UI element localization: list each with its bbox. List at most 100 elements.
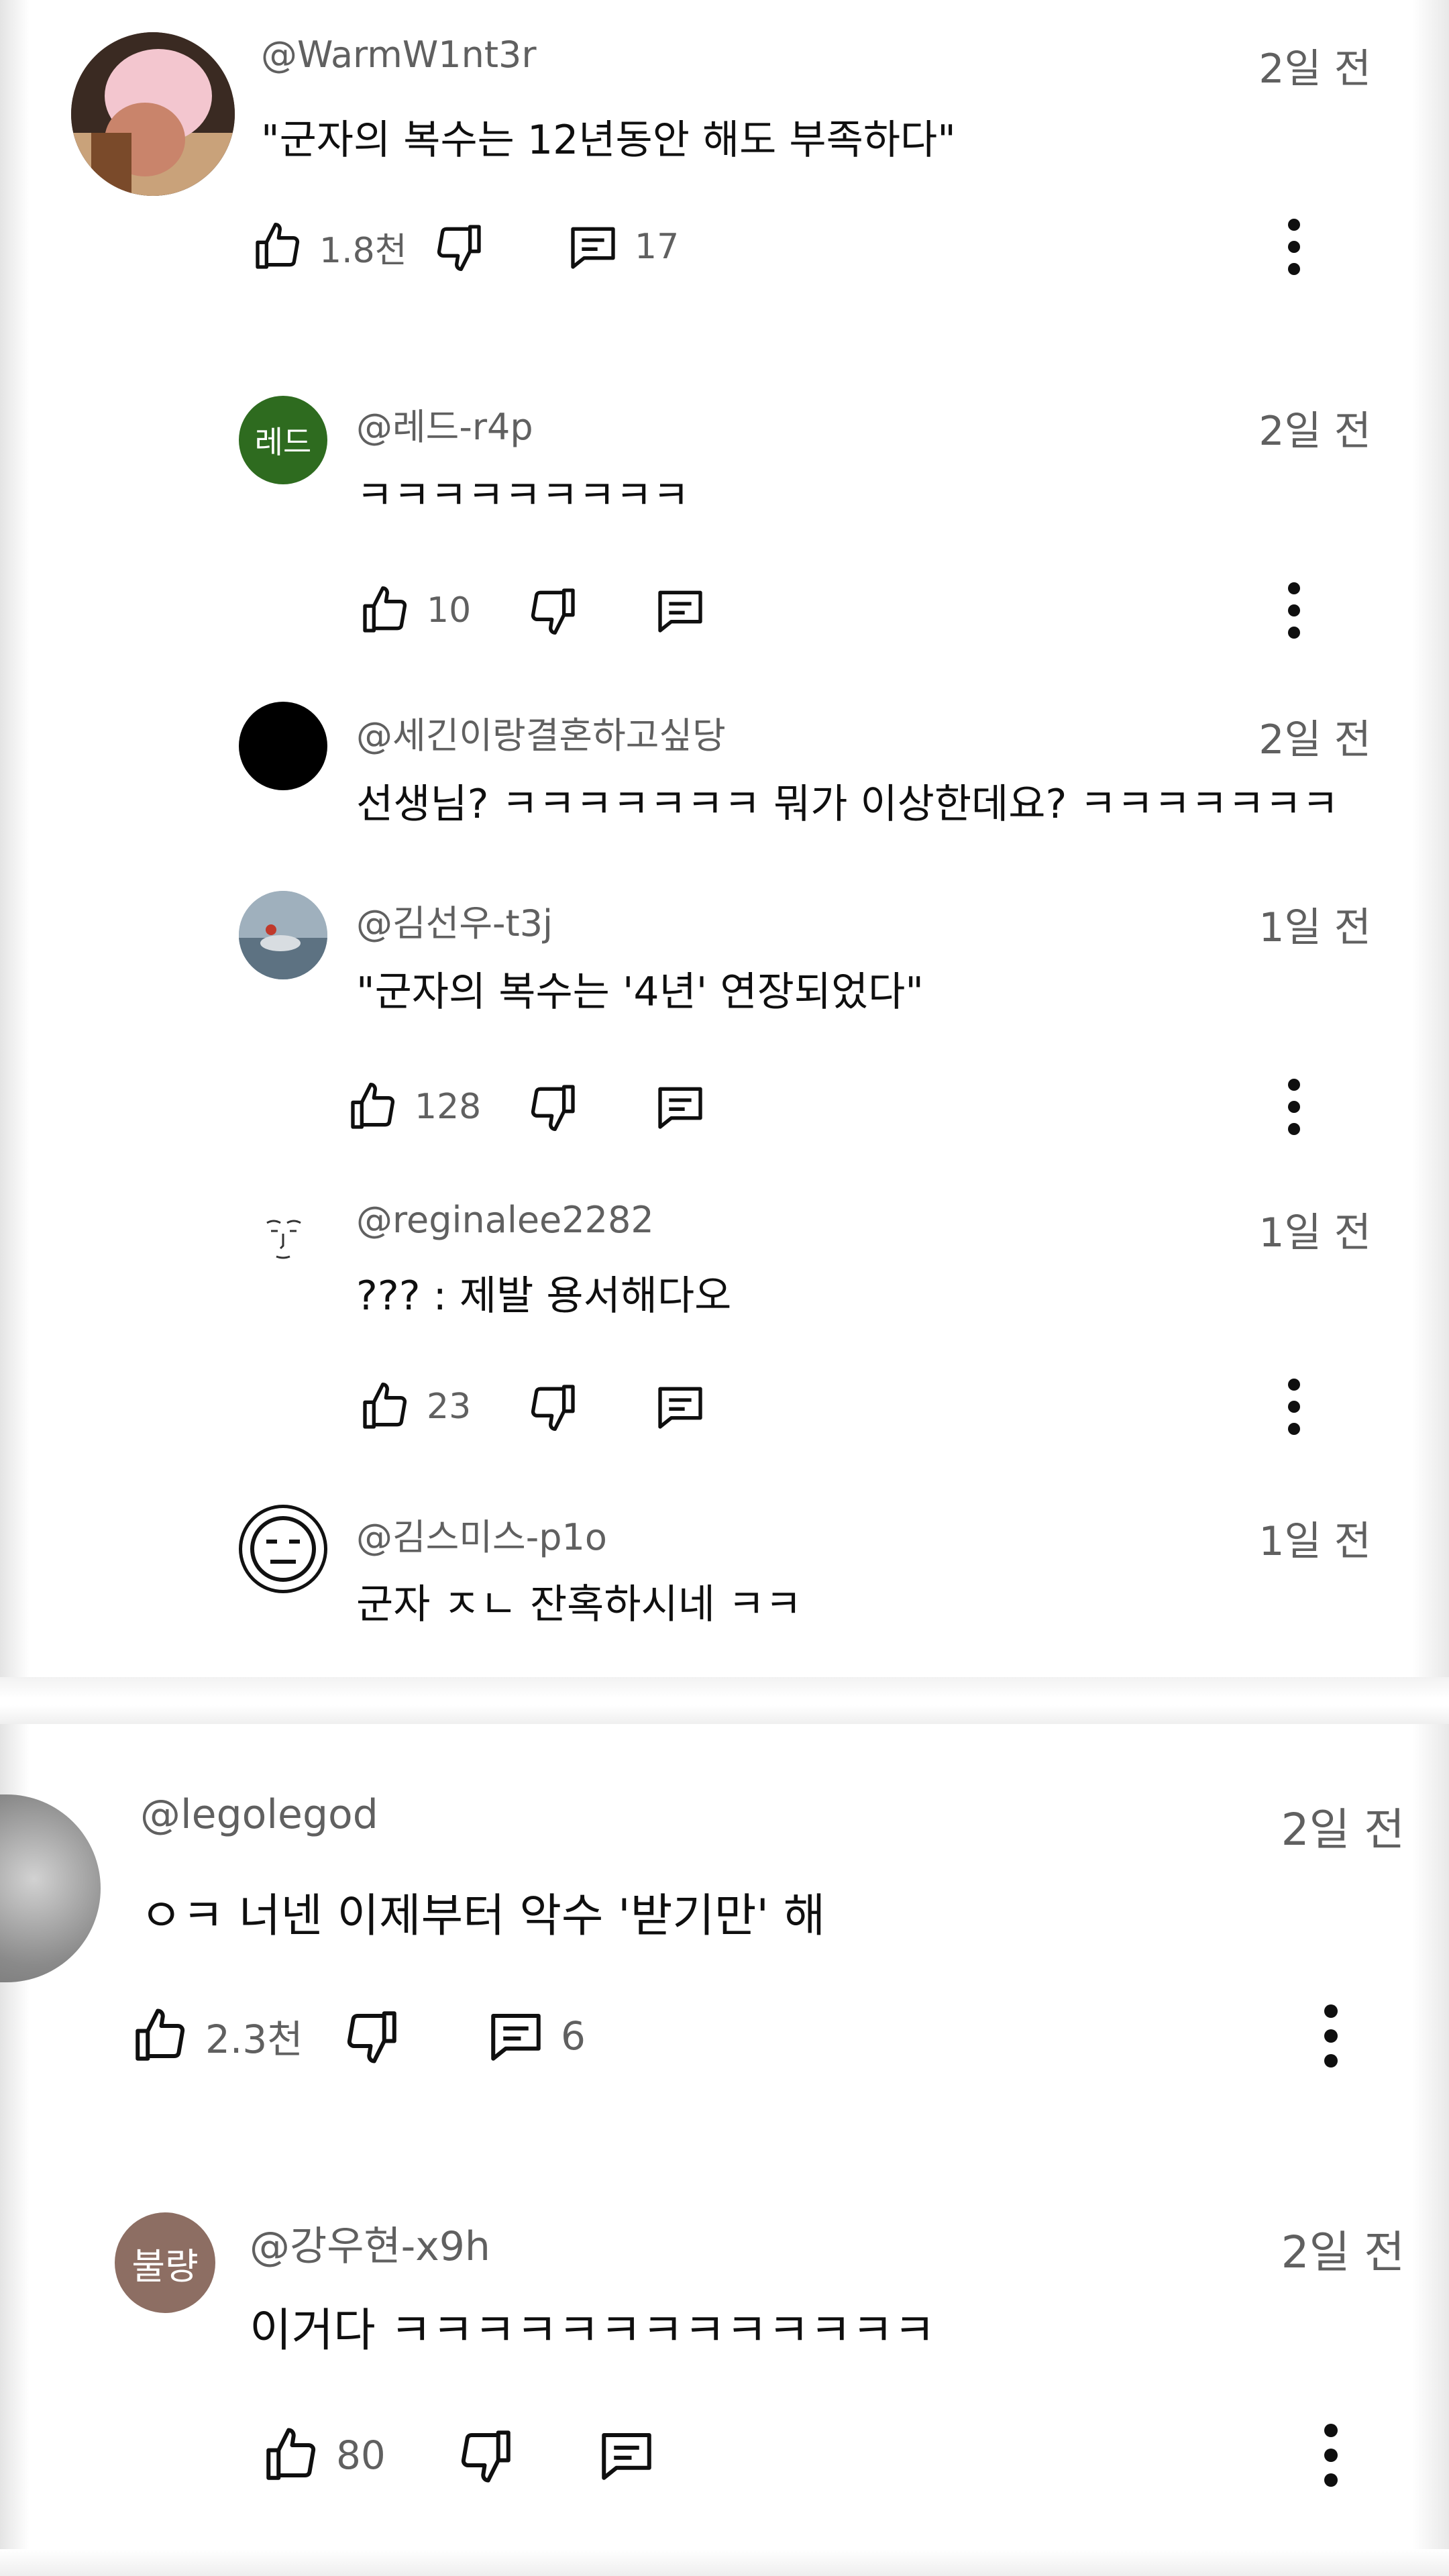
reply: @reginalee2282 1일 전 ??? : 제발 용서해다오 23 [30, 1184, 1413, 1452]
dislike-button[interactable] [526, 1073, 580, 1140]
like-button[interactable]: 80 [261, 2418, 386, 2492]
more-button[interactable] [1274, 1373, 1314, 1440]
more-vert-icon [1288, 1079, 1300, 1135]
more-button[interactable] [1311, 2418, 1351, 2492]
reply-actions: 10 [358, 577, 1449, 644]
more-button[interactable] [1274, 213, 1314, 280]
dislike-icon [461, 2430, 511, 2483]
more-vert-icon [1288, 1379, 1300, 1435]
avatar[interactable] [239, 1505, 327, 1593]
like-button[interactable]: 1.8천 [251, 213, 407, 280]
reply-text: "군자의 복수는 '4년' 연장되었다" [356, 969, 924, 1016]
like-button[interactable]: 23 [358, 1373, 471, 1440]
more-vert-icon [1288, 219, 1300, 275]
like-icon [266, 2428, 316, 2480]
like-count: 1.8천 [319, 230, 407, 271]
reply-count: 17 [635, 227, 680, 267]
comment: @legolegod 2일 전 ㅇㅋ 너넨 이제부터 악수 '받기만' 해 2.… [0, 1724, 1413, 2113]
comment-timestamp[interactable]: 2일 전 [1210, 1794, 1405, 1858]
reply-actions: 80 [261, 2418, 1449, 2492]
dislike-icon [531, 588, 575, 635]
like-icon [363, 1383, 407, 1429]
reply-text: ??? : 제발 용서해다오 [356, 1273, 732, 1320]
reply-timestamp[interactable]: 1일 전 [1224, 1509, 1371, 1567]
screenshot-divider [0, 1677, 1449, 1724]
reply-author[interactable]: @reginalee2282 [356, 1199, 654, 1241]
avatar[interactable] [239, 1196, 327, 1285]
dislike-icon [531, 1385, 575, 1431]
reply-button[interactable] [653, 1073, 707, 1140]
screenshot-bottom-edge [0, 2549, 1449, 2576]
reply-button[interactable] [653, 1373, 707, 1440]
comment-actions: 2.3천 6 [130, 1999, 1338, 2073]
like-button[interactable]: 128 [346, 1073, 481, 1140]
comment-author[interactable]: @WarmW1nt3r [261, 34, 537, 76]
avatar-photo-icon [239, 891, 327, 979]
reply-button[interactable]: 6 [486, 1999, 586, 2073]
reply-button[interactable] [653, 577, 707, 644]
reply: @김선우-t3j 1일 전 "군자의 복수는 '4년' 연장되었다" 128 [30, 879, 1413, 1147]
reply-icon [491, 2014, 541, 2061]
reply-actions: 23 [358, 1373, 1449, 1440]
reply: 불량 @강우현-x9h 2일 전 이거다 ㅋㅋㅋㅋㅋㅋㅋㅋㅋㅋㅋㅋㅋ 80 [30, 2180, 1413, 2529]
comment-thread-1: @WarmW1nt3r 2일 전 "군자의 복수는 12년동안 해도 부족하다"… [30, 0, 1413, 1677]
like-count: 80 [336, 2432, 386, 2478]
avatar[interactable] [239, 891, 327, 979]
more-button[interactable] [1311, 1999, 1351, 2073]
avatar[interactable] [0, 1794, 101, 1982]
reply-author[interactable]: @김스미스-p1o [356, 1507, 607, 1560]
avatar[interactable]: 불량 [115, 2212, 215, 2313]
dislike-button[interactable] [341, 1999, 402, 2073]
reply: 레드 @레드-r4p 2일 전 ㅋㅋㅋㅋㅋㅋㅋㅋㅋ 10 [30, 382, 1413, 651]
reply-text: 이거다 ㅋㅋㅋㅋㅋㅋㅋㅋㅋㅋㅋㅋㅋ [250, 2304, 936, 2357]
reply-icon [658, 1387, 702, 1429]
like-button[interactable]: 2.3천 [130, 1999, 303, 2073]
reply-icon [658, 1087, 702, 1129]
reply-timestamp[interactable]: 2일 전 [1224, 707, 1371, 765]
reply-button[interactable]: 17 [566, 213, 679, 280]
reply-icon [571, 227, 615, 269]
like-count: 2.3천 [205, 2017, 303, 2062]
reply-timestamp[interactable]: 2일 전 [1224, 398, 1371, 457]
neutral-face-icon [250, 1516, 316, 1582]
like-icon [351, 1083, 395, 1129]
reply-author[interactable]: @김선우-t3j [356, 894, 553, 947]
like-button[interactable]: 10 [358, 577, 471, 644]
like-count: 10 [427, 590, 472, 631]
reply-author[interactable]: @레드-r4p [356, 397, 533, 450]
avatar-photo-icon [71, 32, 235, 196]
reply-timestamp[interactable]: 2일 전 [1210, 2216, 1405, 2281]
reply: @김스미스-p1o 1일 전 군자 ㅈㄴ 잔혹하시네 ㅋㅋ [30, 1493, 1413, 1677]
more-vert-icon [1324, 2004, 1338, 2068]
reply-timestamp[interactable]: 1일 전 [1224, 1200, 1371, 1258]
dislike-button[interactable] [526, 1373, 580, 1440]
reply-text: ㅋㅋㅋㅋㅋㅋㅋㅋㅋ [356, 472, 690, 519]
like-icon [363, 586, 407, 633]
avatar[interactable] [239, 702, 327, 790]
like-count: 23 [427, 1387, 472, 1427]
reply-author[interactable]: @강우현-x9h [250, 2214, 490, 2272]
avatar[interactable]: 레드 [239, 396, 327, 484]
reply-button[interactable] [596, 2418, 657, 2492]
dislike-button[interactable] [432, 213, 486, 280]
reply-text: 군자 ㅈㄴ 잔혹하시네 ㅋㅋ [356, 1581, 802, 1628]
comment-text: "군자의 복수는 12년동안 해도 부족하다" [261, 117, 956, 164]
more-vert-icon [1324, 2424, 1338, 2487]
reply-icon [658, 590, 702, 633]
avatar[interactable] [71, 32, 235, 196]
reply: @세긴이랑결혼하고싶당 2일 전 선생님? ㅋㅋㅋㅋㅋㅋㅋ 뭐가 이상한데요? … [30, 691, 1413, 839]
like-icon [136, 2008, 185, 2061]
dislike-icon [347, 2011, 396, 2063]
comment-author[interactable]: @legolegod [140, 1791, 378, 1838]
comment-timestamp[interactable]: 2일 전 [1224, 36, 1371, 95]
more-button[interactable] [1274, 577, 1314, 644]
dislike-button[interactable] [455, 2418, 516, 2492]
more-button[interactable] [1274, 1073, 1314, 1140]
more-vert-icon [1288, 582, 1300, 639]
avatar-sketch-icon [266, 1220, 301, 1259]
dislike-button[interactable] [526, 577, 580, 644]
like-icon [256, 223, 300, 269]
reply-actions: 128 [351, 1073, 1449, 1140]
reply-author[interactable]: @세긴이랑결혼하고싶당 [356, 706, 726, 759]
reply-timestamp[interactable]: 1일 전 [1224, 895, 1371, 953]
